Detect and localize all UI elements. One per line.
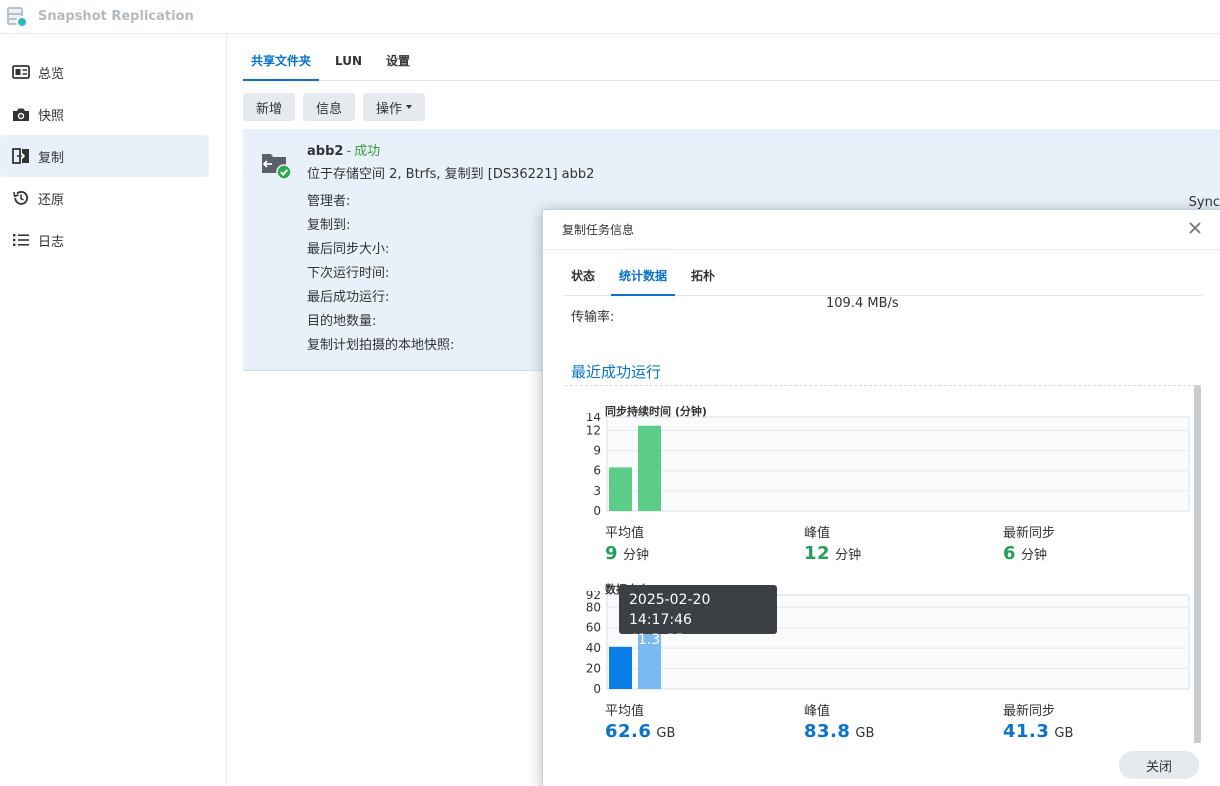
overview-card-icon (12, 63, 30, 81)
sidebar-item-label: 复制 (38, 150, 65, 166)
y-tick-label: 0 (593, 504, 601, 518)
sidebar-item-label: 日志 (38, 234, 65, 250)
size-latest-label: 最新同步 (1003, 704, 1056, 719)
replication-task-info-dialog: 复制任务信息 状态 统计数据 拓朴 传输率: 109.4 MB/s 最近成功运行… (542, 209, 1220, 786)
dialog-title: 复制任务信息 (562, 223, 635, 237)
chart-bar[interactable] (638, 425, 661, 511)
size-peak-value: 83.8 GB (804, 721, 875, 742)
shared-folder-success-icon (260, 148, 292, 180)
caret-down-icon (406, 105, 413, 109)
camera-icon (12, 105, 30, 123)
size-avg-label: 平均值 (605, 704, 645, 719)
chart-tooltip: 2025-02-20 14:17:46 41.3 GB (619, 585, 777, 648)
duration-peak-value: 12 分钟 (804, 543, 862, 564)
section-title-recent-success: 最近成功运行 (571, 363, 662, 381)
action-dropdown-button[interactable]: 操作 (363, 93, 426, 121)
info-button[interactable]: 信息 (303, 93, 356, 121)
action-button-label: 操作 (376, 101, 403, 117)
property-label: 复制到: (307, 218, 351, 233)
size-latest-value: 41.3 GB (1003, 721, 1074, 742)
task-status: 成功 (354, 144, 381, 159)
restore-history-icon (12, 189, 30, 207)
duration-latest-value: 6 分钟 (1003, 543, 1048, 564)
tab-lun[interactable]: LUN (327, 42, 370, 81)
snapshot-replication-app-icon (6, 5, 28, 29)
property-label: 下次运行时间: (307, 266, 390, 281)
sidebar-item-restore[interactable]: 还原 (0, 177, 209, 219)
sidebar-item-label: 总览 (38, 66, 65, 82)
tooltip-value: 41.3 GB (629, 632, 686, 648)
close-icon[interactable] (1187, 220, 1203, 236)
sidebar-item-label: 还原 (38, 192, 65, 208)
duration-avg-value: 9 分钟 (605, 543, 650, 564)
sidebar-item-overview[interactable]: 总览 (0, 51, 209, 93)
new-button[interactable]: 新增 (243, 93, 296, 121)
dialog-tabs: 状态 统计数据 拓朴 (563, 264, 1203, 296)
property-label: 目的地数量: (307, 314, 377, 329)
property-label: 复制计划拍摄的本地快照: (307, 338, 455, 353)
tab-settings[interactable]: 设置 (378, 42, 418, 81)
y-tick-label: 60 (586, 621, 601, 635)
y-tick-label: 12 (586, 423, 601, 437)
y-tick-label: 20 (586, 662, 601, 676)
chart-bar[interactable] (609, 467, 632, 511)
log-list-icon (12, 231, 30, 249)
replication-icon (12, 147, 30, 165)
clipped-property-value: Sync (1188, 195, 1220, 210)
task-properties: 管理者: 复制到: 最后同步大小: 下次运行时间: 最后成功运行: 目的地数量:… (307, 194, 454, 362)
close-button[interactable]: 关闭 (1119, 751, 1199, 779)
plot-area (606, 416, 1190, 512)
property-label: 管理者: (307, 194, 351, 209)
sidebar-item-snapshot[interactable]: 快照 (0, 93, 209, 135)
y-tick-label: 6 (593, 464, 601, 478)
tab-status[interactable]: 状态 (563, 264, 603, 296)
scrollbar[interactable] (1194, 385, 1201, 743)
tab-topology[interactable]: 拓朴 (683, 264, 723, 296)
y-tick-label: 14 (586, 413, 601, 424)
sidebar-item-log[interactable]: 日志 (0, 219, 209, 261)
tab-shared-folder[interactable]: 共享文件夹 (243, 42, 320, 81)
y-tick-label: 9 (593, 444, 601, 458)
sidebar-item-replication[interactable]: 复制 (0, 135, 209, 177)
property-label: 最后同步大小: (307, 242, 390, 257)
main-tabs: 共享文件夹 LUN 设置 (243, 42, 1220, 81)
transfer-rate-label: 传输率: (571, 310, 615, 325)
duration-latest-label: 最新同步 (1003, 526, 1056, 541)
duration-avg-label: 平均值 (605, 526, 645, 541)
task-separator: - (346, 144, 352, 159)
task-name: abb2 (307, 144, 344, 159)
title-bar: Snapshot Replication (0, 0, 1220, 34)
transfer-rate-value: 109.4 MB/s (826, 297, 899, 311)
section-divider (565, 385, 1201, 386)
property-label: 最后成功运行: (307, 290, 390, 305)
sidebar-item-label: 快照 (38, 108, 65, 124)
chart-bar[interactable] (609, 646, 632, 689)
app-title: Snapshot Replication (38, 9, 194, 24)
duration-bar-chart: 0 3 6 9 1214 (586, 413, 1190, 518)
dialog-scroll-area[interactable]: 传输率: 109.4 MB/s 最近成功运行 同步持续时间 (分钟) 03691… (543, 297, 1203, 743)
tab-statistics[interactable]: 统计数据 (611, 264, 676, 296)
sidebar: 总览 快照 复制 还原 日志 (0, 35, 227, 786)
y-tick-label: 3 (593, 484, 601, 498)
toolbar: 新增 信息 操作 (243, 93, 426, 121)
y-tick-label: 40 (586, 641, 601, 655)
task-description: 位于存储空间 2, Btrfs, 复制到 [DS36221] abb2 (307, 167, 595, 182)
y-tick-label: 0 (593, 682, 601, 696)
y-tick-label: 80 (586, 600, 601, 614)
size-avg-value: 62.6 GB (605, 721, 676, 742)
task-title: abb2- 成功 (307, 140, 380, 159)
duration-peak-label: 峰值 (804, 526, 831, 541)
dialog-header-divider (543, 249, 1220, 250)
size-peak-label: 峰值 (804, 704, 831, 719)
tooltip-time: 2025-02-20 14:17:46 (629, 592, 711, 628)
y-tick-label: 92 (586, 591, 601, 602)
